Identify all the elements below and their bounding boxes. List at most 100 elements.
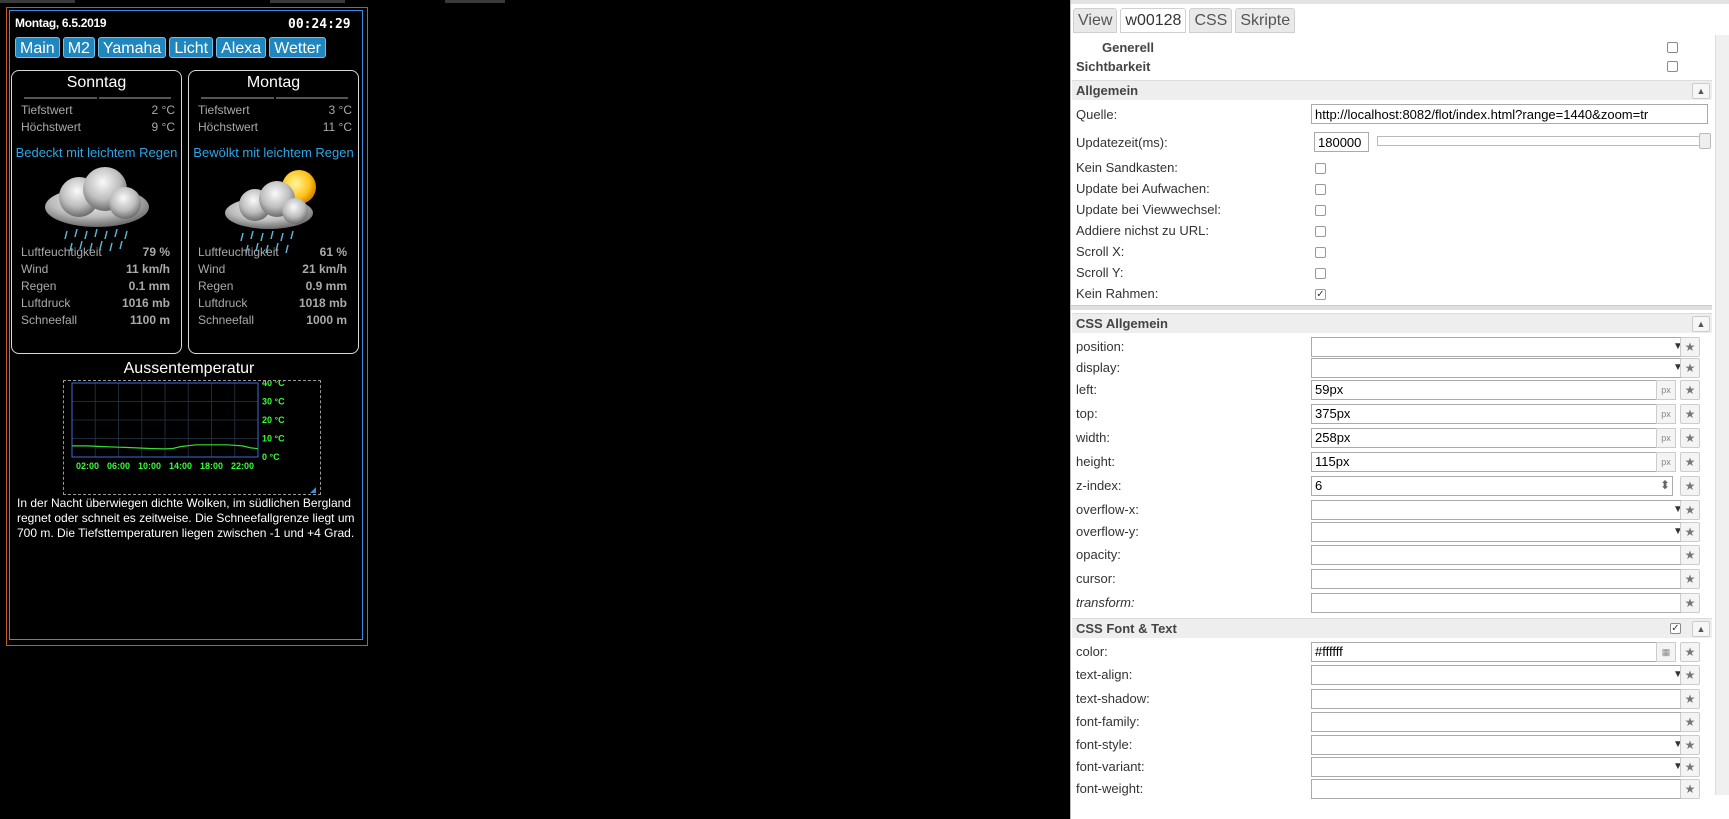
property-input[interactable] <box>1311 712 1687 732</box>
property-input[interactable] <box>1311 500 1687 520</box>
star-icon[interactable]: ★ <box>1680 593 1700 613</box>
collapse-icon[interactable]: ▲ <box>1692 316 1710 332</box>
option-checkbox[interactable] <box>1315 268 1326 279</box>
star-icon[interactable]: ★ <box>1680 358 1700 378</box>
updatezeit-input[interactable] <box>1314 132 1369 152</box>
property-input[interactable] <box>1311 779 1687 799</box>
star-icon[interactable]: ★ <box>1680 428 1700 448</box>
star-icon[interactable]: ★ <box>1680 642 1700 662</box>
property-input[interactable] <box>1311 522 1687 542</box>
star-icon[interactable]: ★ <box>1680 779 1700 799</box>
option-checkbox[interactable] <box>1315 184 1326 195</box>
checkbox-label: Kein Rahmen: <box>1076 286 1159 301</box>
color-picker-icon[interactable]: ▦ <box>1656 642 1676 662</box>
property-input[interactable] <box>1311 757 1687 777</box>
property-input[interactable]: 258px <box>1311 428 1661 448</box>
stat-row-humidity: Luftfeuchtigkeit 61 % <box>198 245 347 259</box>
property-input[interactable] <box>1311 689 1687 709</box>
star-icon[interactable]: ★ <box>1680 665 1700 685</box>
property-input[interactable]: 375px <box>1311 404 1661 424</box>
unit-button[interactable]: px <box>1656 380 1676 400</box>
star-icon[interactable]: ★ <box>1680 757 1700 777</box>
star-icon[interactable]: ★ <box>1680 689 1700 709</box>
option-checkbox[interactable] <box>1315 205 1326 216</box>
section-label: CSS Font & Text <box>1076 621 1177 636</box>
spinner-icon[interactable]: ⬍ <box>1660 478 1670 492</box>
checkbox-label: Scroll Y: <box>1076 265 1124 280</box>
unit-button[interactable]: px <box>1656 452 1676 472</box>
section-sichtbarkeit[interactable]: Sichtbarkeit <box>1072 57 1712 77</box>
star-icon[interactable]: ★ <box>1680 476 1700 496</box>
x-tick-label: 06:00 <box>107 461 130 471</box>
updatezeit-slider[interactable] <box>1377 136 1701 146</box>
section-generell[interactable]: Generell <box>1072 38 1712 58</box>
slider-handle[interactable] <box>1699 133 1711 149</box>
temperature-chart-widget[interactable]: 0 °C 10 °C 20 °C 30 °C 40 °C 02:00 06:00 10:00 1… <box>63 378 321 495</box>
stat-label: Luftfeuchtigkeit <box>198 245 279 259</box>
stat-label: Luftdruck <box>198 296 248 310</box>
property-input[interactable] <box>1311 735 1687 755</box>
property-label: display: <box>1076 360 1121 375</box>
star-icon[interactable]: ★ <box>1680 380 1700 400</box>
x-tick-label: 18:00 <box>200 461 223 471</box>
stat-row-humidity: Luftfeuchtigkeit 79 % <box>21 245 170 259</box>
property-input[interactable] <box>1311 665 1687 685</box>
nav-button-licht[interactable]: Licht <box>169 37 214 58</box>
nav-button-alexa[interactable]: Alexa <box>216 37 267 58</box>
section-divider <box>1071 305 1712 310</box>
stat-row-rain: Regen 0.9 mm <box>198 279 347 293</box>
option-checkbox[interactable]: ✓ <box>1315 289 1326 300</box>
star-icon[interactable]: ★ <box>1680 452 1700 472</box>
section-allgemein[interactable]: Allgemein ▲ <box>1072 80 1712 100</box>
section-checkbox[interactable] <box>1667 42 1678 53</box>
property-label: top: <box>1076 406 1098 421</box>
property-input[interactable]: #ffffff <box>1311 642 1661 662</box>
stat-value: 61 % <box>319 245 347 259</box>
property-input[interactable] <box>1311 358 1687 378</box>
property-input[interactable] <box>1311 545 1687 565</box>
star-icon[interactable]: ★ <box>1680 522 1700 542</box>
x-tick-label: 22:00 <box>231 461 254 471</box>
section-checkbox[interactable]: ✓ <box>1670 623 1681 634</box>
stat-label: Luftfeuchtigkeit <box>21 245 102 259</box>
clock-label: 00:24:29 <box>288 17 351 32</box>
collapse-icon[interactable]: ▲ <box>1692 83 1710 99</box>
tab-skripte[interactable]: Skripte <box>1235 8 1296 33</box>
unit-button[interactable]: px <box>1656 404 1676 424</box>
star-icon[interactable]: ★ <box>1680 404 1700 424</box>
quelle-input[interactable] <box>1311 104 1708 124</box>
tab-view[interactable]: View <box>1073 8 1118 33</box>
star-icon[interactable]: ★ <box>1680 545 1700 565</box>
max-temp-label: Höchstwert <box>21 120 82 134</box>
tab-widget[interactable]: w00128 <box>1120 8 1187 33</box>
star-icon[interactable]: ★ <box>1680 500 1700 520</box>
nav-button-wetter[interactable]: Wetter <box>269 37 326 58</box>
stat-value: 1100 m <box>129 313 170 327</box>
property-input[interactable] <box>1311 337 1687 357</box>
option-checkbox[interactable] <box>1315 226 1326 237</box>
section-css-allgemein[interactable]: CSS Allgemein ▲ <box>1072 313 1712 333</box>
property-input[interactable] <box>1311 593 1687 613</box>
property-input[interactable]: 115px <box>1311 452 1661 472</box>
collapse-icon[interactable]: ▲ <box>1692 621 1710 637</box>
min-temp-value: 2 °C <box>151 103 175 117</box>
section-css-font[interactable]: CSS Font & Text ✓ ▲ <box>1072 618 1712 638</box>
property-input[interactable] <box>1311 569 1687 589</box>
max-temp-row: Höchstwert 11 °C <box>198 120 352 134</box>
option-checkbox[interactable] <box>1315 163 1326 174</box>
option-checkbox[interactable] <box>1315 247 1326 258</box>
day-card-sonntag: Sonntag Tiefstwert 2 °C Höchstwert 9 °C … <box>11 70 182 354</box>
star-icon[interactable]: ★ <box>1680 569 1700 589</box>
unit-button[interactable]: px <box>1656 428 1676 448</box>
tab-css[interactable]: CSS <box>1189 8 1233 33</box>
nav-button-m2[interactable]: M2 <box>62 37 95 58</box>
star-icon[interactable]: ★ <box>1680 735 1700 755</box>
scrollbar[interactable] <box>1715 35 1729 795</box>
section-checkbox[interactable] <box>1667 61 1678 72</box>
property-input[interactable]: 59px <box>1311 380 1661 400</box>
nav-button-main[interactable]: Main <box>15 37 60 58</box>
nav-button-yamaha[interactable]: Yamaha <box>97 37 167 58</box>
star-icon[interactable]: ★ <box>1680 712 1700 732</box>
star-icon[interactable]: ★ <box>1680 337 1700 357</box>
property-input[interactable]: 6 <box>1311 476 1673 496</box>
